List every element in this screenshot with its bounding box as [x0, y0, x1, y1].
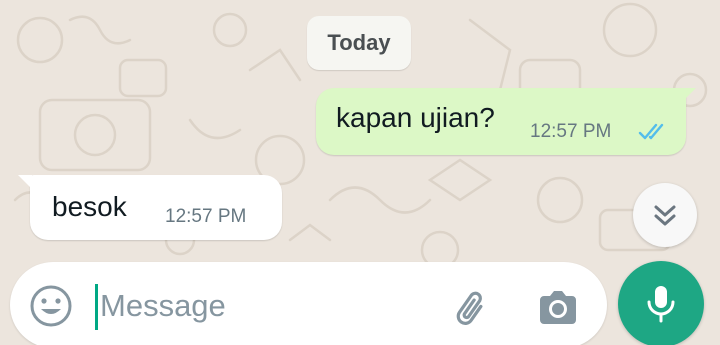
message-text: kapan ujian? — [336, 102, 495, 133]
voice-message-button[interactable] — [618, 261, 704, 345]
camera-icon — [540, 291, 576, 324]
message-composer — [10, 262, 607, 345]
bubble-tail — [18, 175, 32, 189]
paperclip-icon — [456, 291, 483, 325]
chat-screen: Today kapan ujian? 12:57 PM besok 12:57 … — [0, 0, 720, 345]
message-input[interactable] — [100, 280, 430, 332]
microphone-icon — [647, 286, 675, 323]
date-separator: Today — [307, 16, 411, 70]
bubble-tail — [682, 88, 696, 102]
double-chevron-down-icon — [654, 205, 676, 226]
text-cursor — [95, 284, 98, 330]
scroll-to-bottom-button[interactable] — [633, 183, 697, 247]
emoji-icon — [30, 285, 72, 327]
message-time: 12:57 PM — [165, 206, 247, 227]
message-text: besok — [52, 191, 127, 222]
camera-button[interactable] — [533, 284, 583, 332]
message-time: 12:57 PM — [530, 121, 612, 142]
outgoing-message-bubble[interactable]: kapan ujian? 12:57 PM — [316, 88, 696, 155]
emoji-button[interactable] — [28, 283, 74, 329]
attach-button[interactable] — [448, 284, 496, 332]
incoming-message-bubble[interactable]: besok 12:57 PM — [18, 175, 282, 240]
date-separator-label: Today — [327, 30, 391, 55]
double-check-read-icon — [638, 123, 664, 140]
